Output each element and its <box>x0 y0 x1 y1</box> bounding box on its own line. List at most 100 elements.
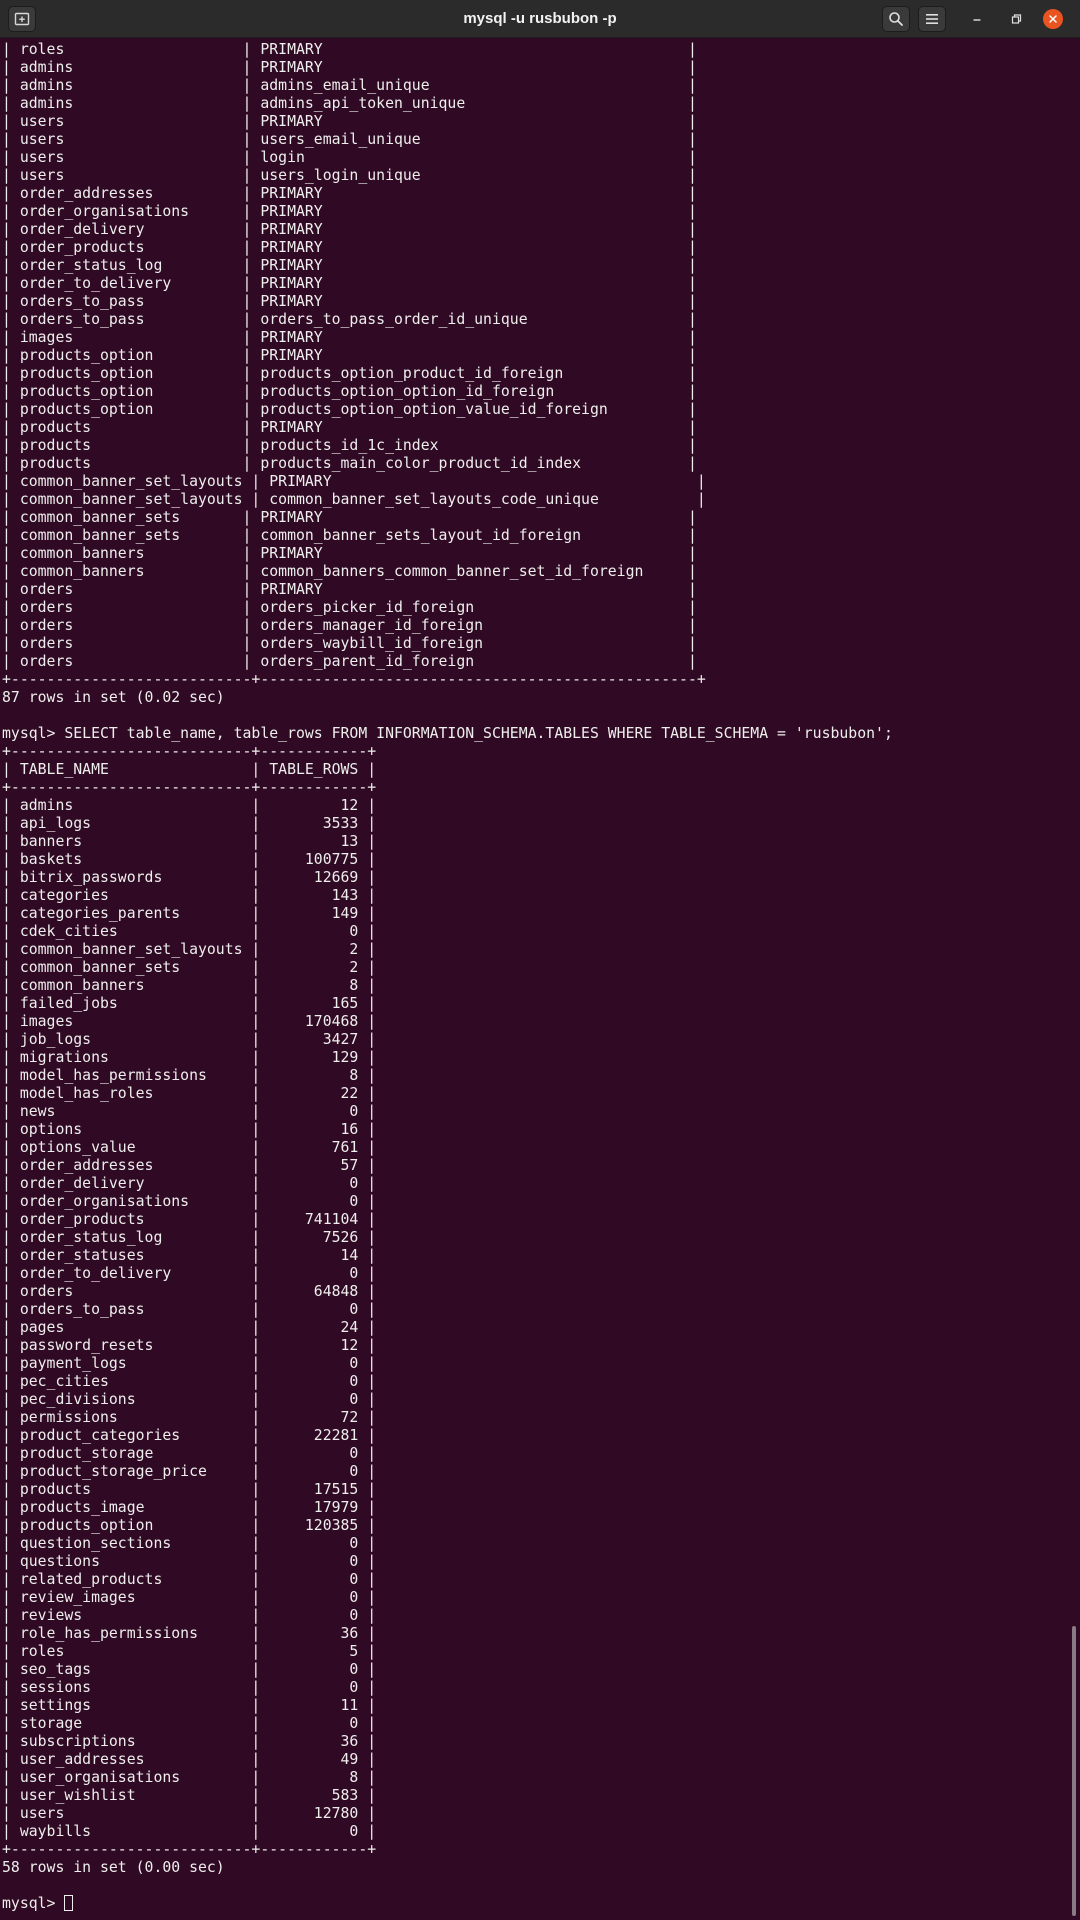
terminal-line: | users | 12780 | <box>2 1805 377 1822</box>
terminal-line: | failed_jobs | 165 | <box>2 995 377 1012</box>
hamburger-menu-icon <box>926 14 938 24</box>
minimize-button[interactable] <box>963 6 991 32</box>
terminal-line: | images | 170468 | <box>2 1013 377 1030</box>
terminal-line: | orders | 64848 | <box>2 1283 377 1300</box>
terminal-line: | common_banner_sets | common_banner_set… <box>2 527 697 544</box>
scrollbar-thumb[interactable] <box>1072 1626 1076 1916</box>
terminal-line: | orders | orders_parent_id_foreign | <box>2 653 697 670</box>
terminal-line: | review_images | 0 | <box>2 1589 377 1606</box>
terminal-line: | bitrix_passwords | 12669 | <box>2 869 377 886</box>
terminal-line: | users | users_email_unique | <box>2 131 697 148</box>
terminal-line: | user_wishlist | 583 | <box>2 1787 377 1804</box>
terminal-line: | storage | 0 | <box>2 1715 377 1732</box>
terminal-line: | orders | orders_manager_id_foreign | <box>2 617 697 634</box>
terminal-line: | order_to_delivery | PRIMARY | <box>2 275 697 292</box>
maximize-icon <box>1011 14 1022 24</box>
terminal-line: | product_storage | 0 | <box>2 1445 377 1462</box>
terminal-line: | TABLE_NAME | TABLE_ROWS | <box>2 761 377 778</box>
terminal-line: | orders_to_pass | orders_to_pass_order_… <box>2 311 697 328</box>
terminal-line: | job_logs | 3427 | <box>2 1031 377 1048</box>
terminal-line: | product_storage_price | 0 | <box>2 1463 377 1480</box>
terminal-line: 58 rows in set (0.00 sec) <box>2 1859 225 1876</box>
terminal-line: | common_banner_sets | PRIMARY | <box>2 509 697 526</box>
terminal-line: | settings | 11 | <box>2 1697 377 1714</box>
terminal-line: | users | PRIMARY | <box>2 113 697 130</box>
menu-button[interactable] <box>918 6 946 32</box>
terminal-line: | migrations | 129 | <box>2 1049 377 1066</box>
terminal-line: | common_banner_set_layouts | 2 | <box>2 941 377 958</box>
terminal-line: | products_option | products_option_opti… <box>2 401 697 418</box>
close-button[interactable] <box>1043 9 1063 29</box>
terminal-line: | news | 0 | <box>2 1103 377 1120</box>
terminal-line: +---------------------------+-----------… <box>2 671 706 688</box>
terminal-line: | api_logs | 3533 | <box>2 815 377 832</box>
terminal-line: | common_banner_set_layouts | PRIMARY | <box>2 473 706 490</box>
terminal-line: 87 rows in set (0.02 sec) <box>2 689 225 706</box>
terminal-line: | seo_tags | 0 | <box>2 1661 377 1678</box>
terminal-line: | pec_cities | 0 | <box>2 1373 377 1390</box>
terminal-line: | order_status_log | 7526 | <box>2 1229 377 1246</box>
terminal-line: | pages | 24 | <box>2 1319 377 1336</box>
terminal-line: | role_has_permissions | 36 | <box>2 1625 377 1642</box>
terminal-line: | products | products_main_color_product… <box>2 455 697 472</box>
terminal-window: mysql -u rusbubon -p | roles | PRIMARY |… <box>0 0 1080 1920</box>
terminal-line: | waybills | 0 | <box>2 1823 377 1840</box>
terminal-line: | order_organisations | PRIMARY | <box>2 203 697 220</box>
maximize-button[interactable] <box>1002 6 1030 32</box>
terminal-line: | admins | admins_email_unique | <box>2 77 697 94</box>
terminal-line: +---------------------------+-----------… <box>2 779 377 796</box>
terminal-line: | products_option | products_option_prod… <box>2 365 697 382</box>
terminal-line: | order_products | 741104 | <box>2 1211 377 1228</box>
terminal-line: | pec_divisions | 0 | <box>2 1391 377 1408</box>
terminal-line: | questions | 0 | <box>2 1553 377 1570</box>
terminal-line: | options_value | 761 | <box>2 1139 377 1156</box>
close-icon <box>1049 15 1057 23</box>
terminal-line: | permissions | 72 | <box>2 1409 377 1426</box>
terminal-line: | orders_to_pass | 0 | <box>2 1301 377 1318</box>
terminal-line: | order_status_log | PRIMARY | <box>2 257 697 274</box>
terminal-line: | product_categories | 22281 | <box>2 1427 377 1444</box>
terminal-line: | roles | 5 | <box>2 1643 377 1660</box>
terminal-line: | reviews | 0 | <box>2 1607 377 1624</box>
terminal-line: | orders | orders_picker_id_foreign | <box>2 599 697 616</box>
terminal-line: | common_banners | common_banners_common… <box>2 563 697 580</box>
terminal-line: | orders_to_pass | PRIMARY | <box>2 293 697 310</box>
search-button[interactable] <box>882 6 910 32</box>
terminal-line: | baskets | 100775 | <box>2 851 377 868</box>
terminal-line: | products_image | 17979 | <box>2 1499 377 1516</box>
terminal-line: | subscriptions | 36 | <box>2 1733 377 1750</box>
terminal-line: | order_delivery | 0 | <box>2 1175 377 1192</box>
terminal-line: | orders | orders_waybill_id_foreign | <box>2 635 697 652</box>
title-bar: mysql -u rusbubon -p <box>0 0 1080 38</box>
terminal-line: | categories_parents | 149 | <box>2 905 377 922</box>
terminal-line: | order_statuses | 14 | <box>2 1247 377 1264</box>
terminal-line: | products_option | PRIMARY | <box>2 347 697 364</box>
terminal-line: | related_products | 0 | <box>2 1571 377 1588</box>
terminal-line: | question_sections | 0 | <box>2 1535 377 1552</box>
terminal-line: | common_banner_sets | 2 | <box>2 959 377 976</box>
terminal-line: | payment_logs | 0 | <box>2 1355 377 1372</box>
terminal-line: | banners | 13 | <box>2 833 377 850</box>
terminal-line: | categories | 143 | <box>2 887 377 904</box>
terminal-line: | admins | PRIMARY | <box>2 59 697 76</box>
terminal-line: | products | PRIMARY | <box>2 419 697 436</box>
terminal-line: | orders | PRIMARY | <box>2 581 697 598</box>
prompt-line[interactable]: mysql> <box>2 1895 1068 1913</box>
terminal-line: | admins | admins_api_token_unique | <box>2 95 697 112</box>
terminal-line: | user_organisations | 8 | <box>2 1769 377 1786</box>
terminal-line: | images | PRIMARY | <box>2 329 697 346</box>
terminal-output[interactable]: | roles | PRIMARY | | admins | PRIMARY | |… <box>0 37 1068 1920</box>
terminal-line: | order_addresses | PRIMARY | <box>2 185 697 202</box>
terminal-line: | common_banners | 8 | <box>2 977 377 994</box>
terminal-line: | cdek_cities | 0 | <box>2 923 377 940</box>
terminal-line: | password_resets | 12 | <box>2 1337 377 1354</box>
terminal-line: | model_has_permissions | 8 | <box>2 1067 377 1084</box>
terminal-line: | options | 16 | <box>2 1121 377 1138</box>
terminal-line: | order_products | PRIMARY | <box>2 239 697 256</box>
terminal-line: +---------------------------+-----------… <box>2 743 377 760</box>
new-tab-button[interactable] <box>8 6 36 32</box>
terminal-line: | products_option | 120385 | <box>2 1517 377 1534</box>
terminal-line: | user_addresses | 49 | <box>2 1751 377 1768</box>
terminal-line: | products_option | products_option_opti… <box>2 383 697 400</box>
